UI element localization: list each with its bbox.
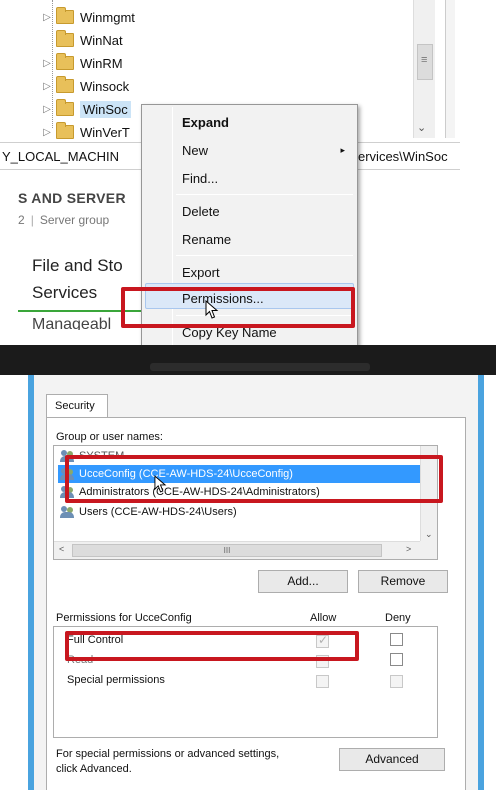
scroll-down-icon[interactable]: ⌄ — [425, 529, 433, 540]
submenu-arrow-icon: ▸ — [340, 145, 345, 155]
special-deny-checkbox[interactable] — [390, 675, 403, 688]
tree-vertical-scrollbar[interactable]: ⌄ — [413, 0, 435, 138]
mouse-cursor-icon — [154, 475, 167, 493]
folder-icon — [56, 99, 74, 116]
expander-icon[interactable]: ▷ — [40, 81, 54, 92]
full-control-deny-checkbox[interactable] — [390, 633, 403, 646]
menu-item-expand[interactable]: Expand — [182, 115, 229, 130]
tree-item-winverifytrust[interactable]: ▷ WinVerT — [40, 121, 130, 143]
permissions-highlight-box — [121, 287, 355, 328]
advanced-note-line2: click Advanced. — [56, 763, 132, 775]
menu-item-export[interactable]: Export — [182, 265, 220, 280]
full-control-highlight-box — [65, 631, 359, 661]
manageability-label: Manageabl — [32, 316, 112, 330]
advanced-button[interactable]: Advanced — [339, 748, 445, 771]
values-pane-edge — [445, 0, 455, 138]
menu-item-delete[interactable]: Delete — [182, 204, 220, 219]
permissions-for-label: Permissions for UcceConfig — [56, 612, 192, 624]
tree-item-label: WinVerT — [80, 124, 130, 140]
folder-icon — [56, 76, 74, 93]
role-tile-title[interactable]: File and Sto — [32, 256, 123, 276]
tree-item-label: WinSoc — [80, 100, 131, 118]
tree-item-winmgmt[interactable]: ▷ Winmgmt — [40, 6, 135, 28]
scrollbar-thumb[interactable]: III — [72, 544, 382, 557]
scrollbar-corner — [420, 541, 437, 559]
menu-item-rename[interactable]: Rename — [182, 232, 231, 247]
allow-column-header: Allow — [310, 612, 337, 624]
add-button[interactable]: Add... — [258, 570, 348, 593]
folder-icon — [56, 30, 74, 47]
folder-icon — [56, 53, 74, 70]
tree-item-label: Winmgmt — [80, 9, 135, 25]
list-item-users[interactable]: Users (CCE-AW-HDS-24\Users) — [58, 503, 422, 521]
address-path-end: ervices\WinSoc — [358, 149, 448, 164]
scroll-right-icon[interactable]: > — [406, 544, 411, 554]
user-group-icon — [60, 506, 75, 518]
server-count: 2 — [18, 213, 25, 227]
menu-separator — [176, 255, 353, 256]
advanced-note-line1: For special permissions or advanced sett… — [56, 748, 280, 760]
tree-item-label: WinNat — [80, 32, 123, 48]
server-manager-title: S AND SERVER — [18, 190, 126, 206]
remove-button[interactable]: Remove — [358, 570, 448, 593]
role-tile-title-line2[interactable]: Services — [32, 283, 97, 303]
registry-editor-region: ▷ Winmgmt WinNat ▷ WinRM ▷ Winsock ▷ Win… — [0, 0, 496, 345]
user-list-horizontal-scrollbar[interactable]: < III > — [54, 541, 420, 559]
tree-item-label: Winsock — [80, 78, 130, 94]
user-highlight-box — [65, 455, 443, 503]
folder-icon — [56, 7, 74, 24]
address-path-start: Y_LOCAL_MACHIN — [2, 149, 120, 164]
folder-icon — [56, 122, 74, 139]
window-titlebar-strip — [0, 345, 496, 375]
tree-item-winrm[interactable]: ▷ WinRM — [40, 52, 123, 74]
menu-item-find[interactable]: Find... — [182, 171, 218, 186]
tree-item-winsock2[interactable]: ▷ WinSoc — [40, 98, 131, 120]
tree-item-winsock[interactable]: ▷ Winsock — [40, 75, 129, 97]
permission-special: Special permissions — [67, 674, 165, 686]
menu-separator — [176, 194, 353, 195]
tab-security[interactable]: Security — [46, 394, 108, 418]
deny-column-header: Deny — [385, 612, 411, 624]
expander-icon[interactable]: ▷ — [40, 127, 54, 138]
server-manager-subtitle: 2 | Server group — [18, 213, 110, 227]
expander-icon[interactable]: ▷ — [40, 58, 54, 69]
group-names-label: Group or user names: — [56, 431, 163, 443]
special-allow-checkbox[interactable] — [316, 675, 329, 688]
expander-icon[interactable]: ▷ — [40, 104, 54, 115]
read-deny-checkbox[interactable] — [390, 653, 403, 666]
blurred-title — [150, 363, 370, 371]
tree-item-label: WinRM — [80, 55, 123, 71]
dialog-body: Security Group or user names: SYSTEM Ucc… — [34, 375, 478, 790]
menu-item-new[interactable]: New — [182, 143, 208, 158]
scroll-left-icon[interactable]: < — [59, 544, 64, 554]
scroll-down-icon[interactable]: ⌄ — [417, 121, 426, 134]
scrollbar-thumb[interactable] — [417, 44, 433, 80]
expander-icon[interactable]: ▷ — [40, 12, 54, 23]
user-name: Users (CCE-AW-HDS-24\Users) — [79, 506, 237, 518]
server-group-label: Server group — [39, 213, 110, 227]
tree-item-winnat[interactable]: WinNat — [40, 29, 123, 51]
mouse-cursor-icon — [205, 300, 219, 319]
permissions-dialog: Security Group or user names: SYSTEM Ucc… — [28, 375, 484, 790]
